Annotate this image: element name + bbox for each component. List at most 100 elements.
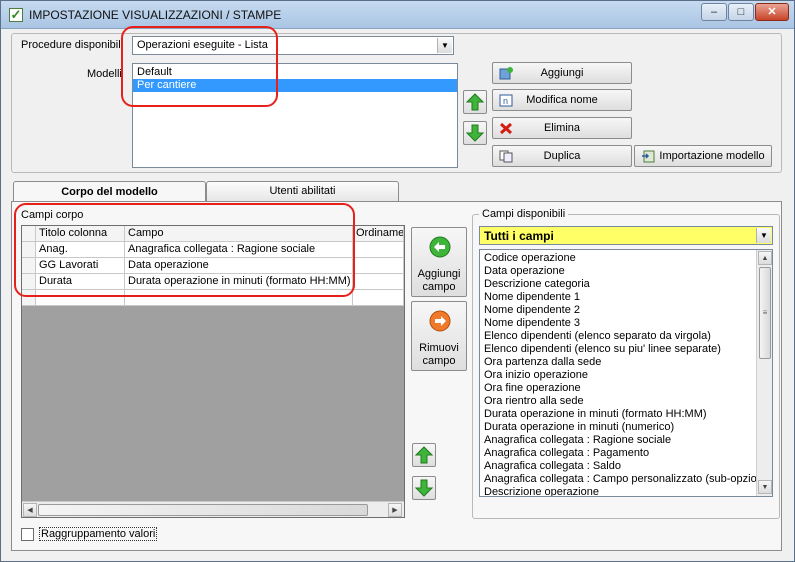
table-row-ordinamento[interactable] (353, 258, 404, 274)
chevron-down-icon[interactable]: ▼ (437, 38, 452, 53)
close-button[interactable]: ✕ (755, 3, 789, 21)
scroll-up-icon[interactable]: ▲ (758, 251, 772, 265)
campi-disponibili-label: Campi disponibili (479, 208, 569, 220)
vertical-scrollbar[interactable]: ▲ ≡ ▼ (756, 250, 772, 496)
modifica-nome-label: Modifica nome (526, 94, 598, 106)
raggruppamento-label: Raggruppamento valori (39, 527, 158, 541)
column-header-ordinamento[interactable]: Ordinamer (353, 226, 404, 242)
table-row-ordinamento[interactable] (353, 274, 404, 290)
row-selector[interactable] (22, 258, 36, 274)
list-item[interactable]: Ora inizio operazione (480, 369, 756, 382)
modello-item-per-cantiere[interactable]: Per cantiere (133, 79, 457, 92)
modifica-nome-button[interactable]: n Modifica nome (492, 89, 632, 111)
modelli-listbox[interactable]: Default Per cantiere (132, 63, 458, 168)
scroll-thumb[interactable] (38, 504, 368, 516)
importazione-label: Importazione modello (659, 150, 765, 162)
list-item[interactable]: Durata operazione in minuti (numerico) (480, 421, 756, 434)
table-row-ordinamento[interactable] (353, 242, 404, 258)
horizontal-scrollbar[interactable]: ◀ ▶ (22, 501, 404, 517)
checkmark-app-icon: ✓ (9, 7, 23, 22)
scroll-down-icon[interactable]: ▼ (758, 480, 772, 494)
field-move-down-button[interactable] (412, 476, 436, 500)
row-selector[interactable] (22, 274, 36, 290)
table-row-campo[interactable]: Durata operazione in minuti (formato HH:… (125, 274, 353, 290)
aggiungi-campo-button[interactable]: Aggiungi campo (411, 227, 467, 297)
title-bar: ✓ IMPOSTAZIONE VISUALIZZAZIONI / STAMPE … (1, 1, 794, 29)
arrow-up-icon (465, 93, 485, 111)
rimuovi-campo-button[interactable]: Rimuovi campo (411, 301, 467, 371)
field-move-up-button[interactable] (412, 443, 436, 467)
table-row-campo[interactable]: Data operazione (125, 258, 353, 274)
list-item[interactable]: Durata operazione in minuti (formato HH:… (480, 408, 756, 421)
row-selector[interactable] (22, 290, 36, 306)
table-row-titolo[interactable]: GG Lavorati (36, 258, 125, 274)
procedure-label: Procedure disponibili (21, 39, 124, 51)
row-header-corner (22, 226, 36, 242)
window-title: IMPOSTAZIONE VISUALIZZAZIONI / STAMPE (29, 8, 282, 22)
aggiungi-button[interactable]: Aggiungi (492, 62, 632, 84)
arrow-right-icon (429, 310, 451, 332)
table-row-ordinamento[interactable] (353, 290, 404, 306)
duplica-label: Duplica (543, 150, 581, 162)
arrow-down-icon (465, 124, 485, 142)
list-item[interactable]: Nome dipendente 1 (480, 291, 756, 304)
list-item[interactable]: Data operazione (480, 265, 756, 278)
procedure-value: Operazioni eseguite - Lista (137, 39, 268, 51)
procedure-select[interactable]: Operazioni eseguite - Lista ▼ (132, 36, 454, 55)
maximize-button[interactable]: □ (728, 3, 754, 21)
aggiungi-campo-label-2: campo (422, 281, 456, 293)
tab-corpo-del-modello[interactable]: Corpo del modello (13, 181, 206, 203)
list-item[interactable]: Descrizione categoria (480, 278, 756, 291)
arrow-down-icon (414, 479, 434, 497)
list-item[interactable]: Ora fine operazione (480, 382, 756, 395)
list-item[interactable]: Descrizione operazione (480, 486, 756, 496)
list-item[interactable]: Elenco dipendenti (elenco separato da vi… (480, 330, 756, 343)
arrow-left-icon (429, 236, 451, 258)
column-header-campo[interactable]: Campo (125, 226, 353, 242)
row-selector[interactable] (22, 242, 36, 258)
table-row-titolo[interactable]: Anag. (36, 242, 125, 258)
list-item[interactable]: Anagrafica collegata : Saldo (480, 460, 756, 473)
table-row-campo[interactable] (125, 290, 353, 306)
scroll-right-icon[interactable]: ▶ (388, 503, 402, 517)
table-row-campo[interactable]: Anagrafica collegata : Ragione sociale (125, 242, 353, 258)
table-row-titolo[interactable] (36, 290, 125, 306)
list-item[interactable]: Anagrafica collegata : Ragione sociale (480, 434, 756, 447)
campi-disponibili-list[interactable]: Codice operazione Data operazione Descrizi… (479, 249, 773, 497)
list-item[interactable]: Nome dipendente 3 (480, 317, 756, 330)
importazione-modello-button[interactable]: Importazione modello (634, 145, 772, 167)
rimuovi-campo-label-2: campo (422, 355, 456, 367)
status-bar (1, 551, 794, 561)
minimize-button[interactable]: – (701, 3, 727, 21)
list-item[interactable]: Anagrafica collegata : Campo personalizz… (480, 473, 769, 486)
list-item[interactable]: Anagrafica collegata : Pagamento (480, 447, 756, 460)
list-item[interactable]: Ora partenza dalla sede (480, 356, 756, 369)
list-item[interactable]: Codice operazione (480, 252, 756, 265)
column-header-titolo[interactable]: Titolo colonna (36, 226, 125, 242)
campi-corpo-grid: Titolo colonna Campo Ordinamer Anag. Ana… (21, 225, 405, 518)
modelli-label: Modelli (87, 68, 122, 80)
aggiungi-label: Aggiungi (540, 67, 584, 79)
raggruppamento-checkbox[interactable] (21, 528, 34, 541)
table-row-titolo[interactable]: Durata (36, 274, 125, 290)
scroll-thumb[interactable]: ≡ (759, 267, 771, 359)
list-item[interactable]: Nome dipendente 2 (480, 304, 756, 317)
campi-filter-value: Tutti i campi (484, 229, 554, 243)
aggiungi-campo-label-1: Aggiungi (417, 268, 461, 280)
tab-utenti-abilitati[interactable]: Utenti abilitati (206, 181, 399, 201)
arrow-up-icon (414, 446, 434, 464)
duplica-button[interactable]: Duplica (492, 145, 632, 167)
rimuovi-campo-label-1: Rimuovi (419, 342, 459, 354)
scroll-left-icon[interactable]: ◀ (23, 503, 37, 517)
elimina-button[interactable]: Elimina (492, 117, 632, 139)
campi-corpo-label: Campi corpo (21, 209, 84, 221)
elimina-label: Elimina (543, 122, 581, 134)
move-up-button[interactable] (463, 90, 487, 114)
list-item[interactable]: Ora rientro alla sede (480, 395, 756, 408)
list-item[interactable]: Elenco dipendenti (elenco su piu' linee … (480, 343, 756, 356)
main-window: ✓ IMPOSTAZIONE VISUALIZZAZIONI / STAMPE … (0, 0, 795, 562)
chevron-down-icon[interactable]: ▼ (756, 228, 771, 243)
move-down-button[interactable] (463, 121, 487, 145)
modello-item-default[interactable]: Default (133, 66, 457, 79)
campi-filter-select[interactable]: Tutti i campi ▼ (479, 226, 773, 245)
